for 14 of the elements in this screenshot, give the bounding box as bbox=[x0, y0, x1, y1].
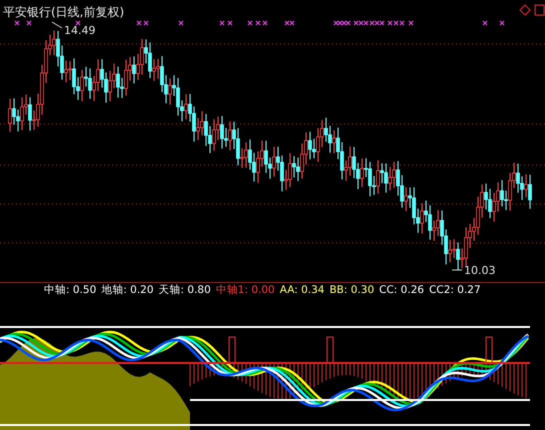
square-icon[interactable] bbox=[534, 4, 544, 16]
indicator-value: 地轴: 0.20 bbox=[101, 283, 154, 297]
indicator-value: 中轴: 0.50 bbox=[44, 283, 96, 297]
indicator-value: CC: 0.26 bbox=[379, 284, 424, 296]
high-price-label: 14.49 bbox=[64, 24, 96, 37]
indicator-value: AA: 0.34 bbox=[280, 284, 324, 296]
indicator-value: 天轴: 0.80 bbox=[158, 283, 211, 297]
indicator-value: CC2: 0.27 bbox=[429, 284, 481, 296]
diamond-icon[interactable] bbox=[519, 4, 531, 16]
indicator-value: 中轴1: 0.00 bbox=[216, 283, 275, 297]
leader-line bbox=[52, 22, 62, 28]
indicator-value: BB: 0.30 bbox=[329, 284, 374, 296]
low-price-label: 10.03 bbox=[464, 264, 496, 277]
chart-title: 平安银行(日线,前复权) bbox=[3, 4, 124, 21]
